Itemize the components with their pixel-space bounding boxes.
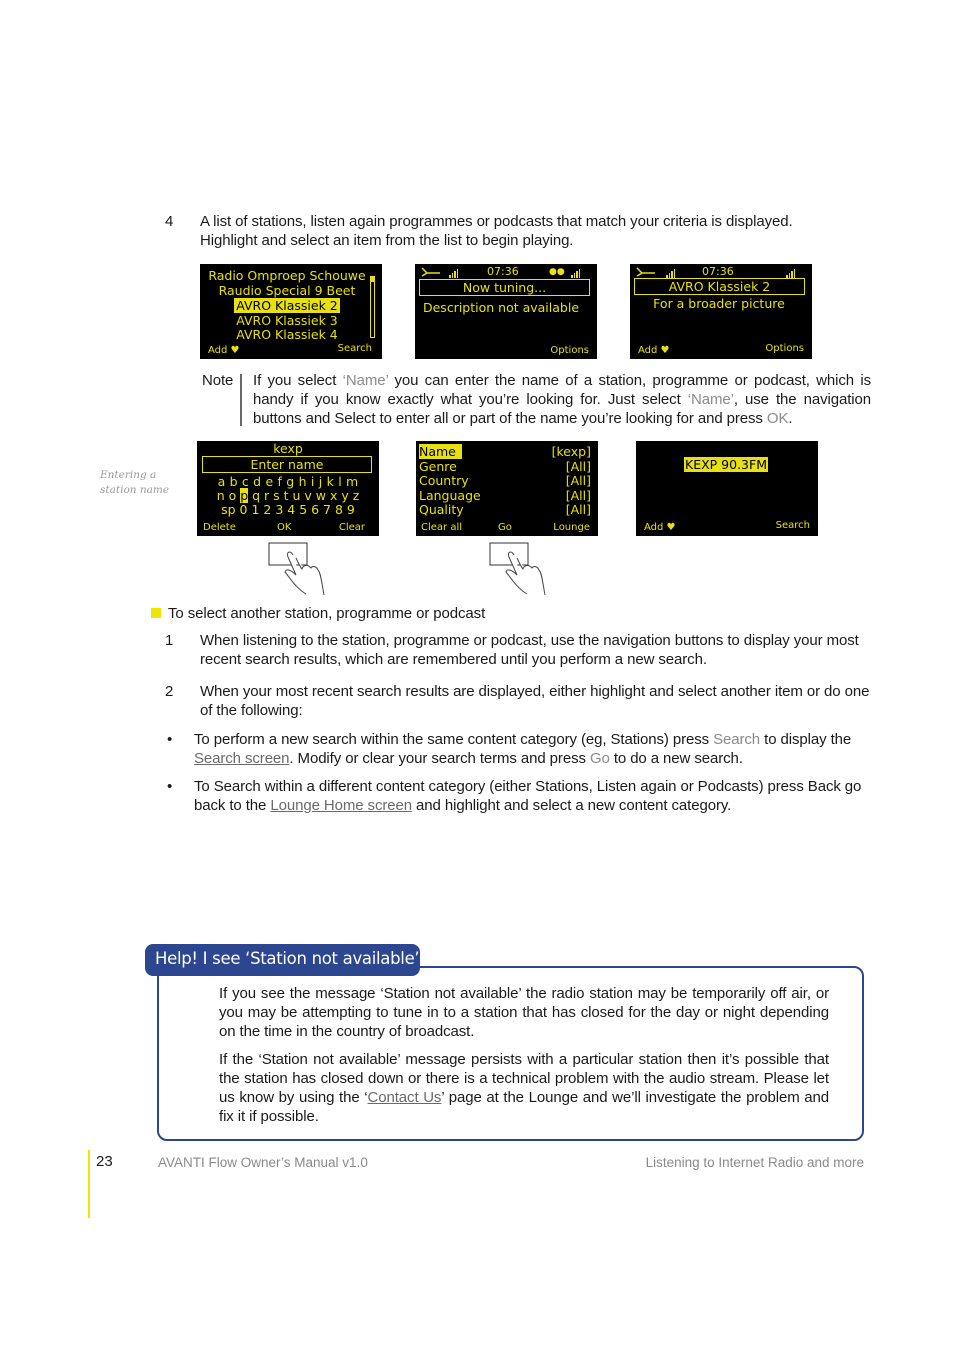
bullet-1-text: To perform a new search within the same …	[194, 731, 852, 767]
keyboard-row-2[interactable]: n o p q r s t u v w x y z	[197, 488, 379, 503]
list-item[interactable]: Raudio Special 9 Beet	[200, 284, 382, 298]
softkey-go[interactable]: Go	[498, 522, 512, 533]
screen-search-result: KEXP 90.3FM Add ♥ Search	[636, 441, 818, 536]
list-item[interactable]: AVRO Klassiek 3	[200, 314, 382, 328]
keyword-ok: OK	[766, 410, 789, 427]
criteria-label-selected[interactable]: Name	[419, 444, 462, 459]
keyboard-row-1[interactable]: a b c d e f g h i j k l m	[197, 475, 379, 489]
softkey-clear[interactable]: Clear	[339, 522, 365, 533]
help-panel-title: Help! I see ‘Station not available’	[145, 944, 420, 976]
manual-title: AVANTI Flow Owner’s Manual v1.0	[158, 1155, 368, 1170]
step-number: 1	[165, 632, 174, 649]
list-item-selected[interactable]: AVRO Klassiek 2	[234, 298, 340, 313]
softkey-delete[interactable]: Delete	[203, 522, 236, 533]
criteria-value: [All]	[565, 502, 591, 517]
step-4-text: A list of stations, listen again program…	[200, 212, 880, 250]
note-text: If you select ‘Name’ you can enter the n…	[253, 372, 871, 427]
signal-icon	[666, 266, 676, 278]
screen-now-tuning: 07:36 ●● Now tuning... Description not a…	[415, 264, 597, 359]
clock: 07:36	[487, 265, 519, 278]
softkey-options[interactable]: Options	[550, 345, 589, 356]
station-title: Now tuning...	[419, 279, 590, 296]
description: Description not available	[422, 300, 580, 315]
status-bar: 07:36	[634, 266, 808, 278]
step-number: 4	[165, 213, 174, 230]
bullet-2-text: To Search within a different content cat…	[194, 778, 862, 814]
step-2-text: When your most recent search results are…	[200, 683, 870, 719]
signal-icon	[449, 266, 459, 278]
clock: 07:36	[702, 265, 734, 278]
description: For a broader picture	[653, 296, 785, 311]
bullet-icon: •	[167, 778, 173, 795]
help-paragraph-2: If the ‘Station not available’ message p…	[219, 1051, 830, 1125]
lounge-home-screen-link[interactable]: Lounge Home screen	[270, 797, 412, 814]
contact-us-link[interactable]: Contact Us	[368, 1089, 442, 1106]
footer-accent-bar	[88, 1150, 90, 1218]
help-paragraph-1: If you see the message ‘Station not avai…	[219, 985, 829, 1040]
keyboard-row-3[interactable]: sp 0 1 2 3 4 5 6 7 8 9	[197, 503, 379, 517]
softkey-add-favourite[interactable]: Add ♥	[644, 522, 676, 533]
station-title: AVRO Klassiek 2	[634, 278, 805, 295]
status-bar: 07:36 ●●	[419, 266, 593, 278]
softkey-ok[interactable]: OK	[277, 522, 291, 533]
note-divider	[240, 374, 242, 426]
scroll-thumb[interactable]	[371, 277, 374, 282]
step-4-line-2: Highlight and select an item from the li…	[200, 232, 574, 249]
softkey-add-favourite[interactable]: Add ♥	[208, 345, 240, 356]
keyword-search: Search	[713, 731, 761, 748]
screen-enter-name: kexp Enter name a b c d e f g h i j k l …	[197, 441, 379, 536]
page-number: 23	[96, 1153, 113, 1170]
buffering-icon: ●●	[549, 267, 565, 277]
finger-press-icon	[266, 540, 330, 603]
chapter-title: Listening to Internet Radio and more	[645, 1155, 864, 1170]
list-item[interactable]: Radio Omproep Schouwe	[200, 269, 382, 283]
criteria-label[interactable]: Country	[419, 473, 469, 489]
wifi-signal-icon	[571, 266, 581, 278]
keyword-name: ‘Name’	[342, 372, 389, 389]
scrollbar[interactable]	[370, 276, 375, 338]
step-4-line-1: A list of stations, listen again program…	[200, 213, 793, 230]
softkey-options[interactable]: Options	[765, 343, 804, 354]
criteria-value: [kexp]	[551, 444, 591, 459]
softkey-search[interactable]: Search	[776, 520, 810, 531]
finger-press-icon	[487, 540, 551, 603]
bullet-icon: •	[167, 731, 173, 748]
softkey-lounge[interactable]: Lounge	[553, 522, 590, 533]
softkey-add-favourite[interactable]: Add ♥	[638, 345, 670, 356]
selected-key[interactable]: p	[240, 488, 249, 503]
note-label: Note	[202, 372, 234, 389]
softkey-clear-all[interactable]: Clear all	[421, 522, 462, 533]
section-heading: To select another station, programme or …	[168, 605, 486, 622]
screen-search-criteria: Name [kexp] Genre [All] Country [All] La…	[416, 441, 598, 536]
keyword-go: Go	[589, 750, 610, 767]
softkey-search[interactable]: Search	[338, 343, 372, 354]
criteria-value: [All]	[565, 473, 591, 488]
enter-name-field[interactable]: Enter name	[202, 456, 372, 473]
screen-now-playing: 07:36 AVRO Klassiek 2 For a broader pict…	[630, 264, 812, 359]
figure-caption: Entering a station name	[100, 469, 170, 496]
step-1-text: When listening to the station, programme…	[200, 632, 859, 668]
entered-text: kexp	[273, 441, 303, 456]
result-item-selected[interactable]: KEXP 90.3FM	[684, 457, 768, 472]
screen-station-list: Radio Omproep Schouwe Raudio Special 9 B…	[200, 264, 382, 359]
keyword-name: ‘Name’	[687, 391, 734, 408]
section-bullet-icon	[151, 608, 161, 618]
step-number: 2	[165, 683, 174, 700]
search-screen-link[interactable]: Search screen	[194, 750, 290, 767]
criteria-label[interactable]: Quality	[419, 502, 464, 518]
wifi-signal-icon	[786, 266, 796, 278]
list-item[interactable]: AVRO Klassiek 4	[200, 328, 382, 342]
